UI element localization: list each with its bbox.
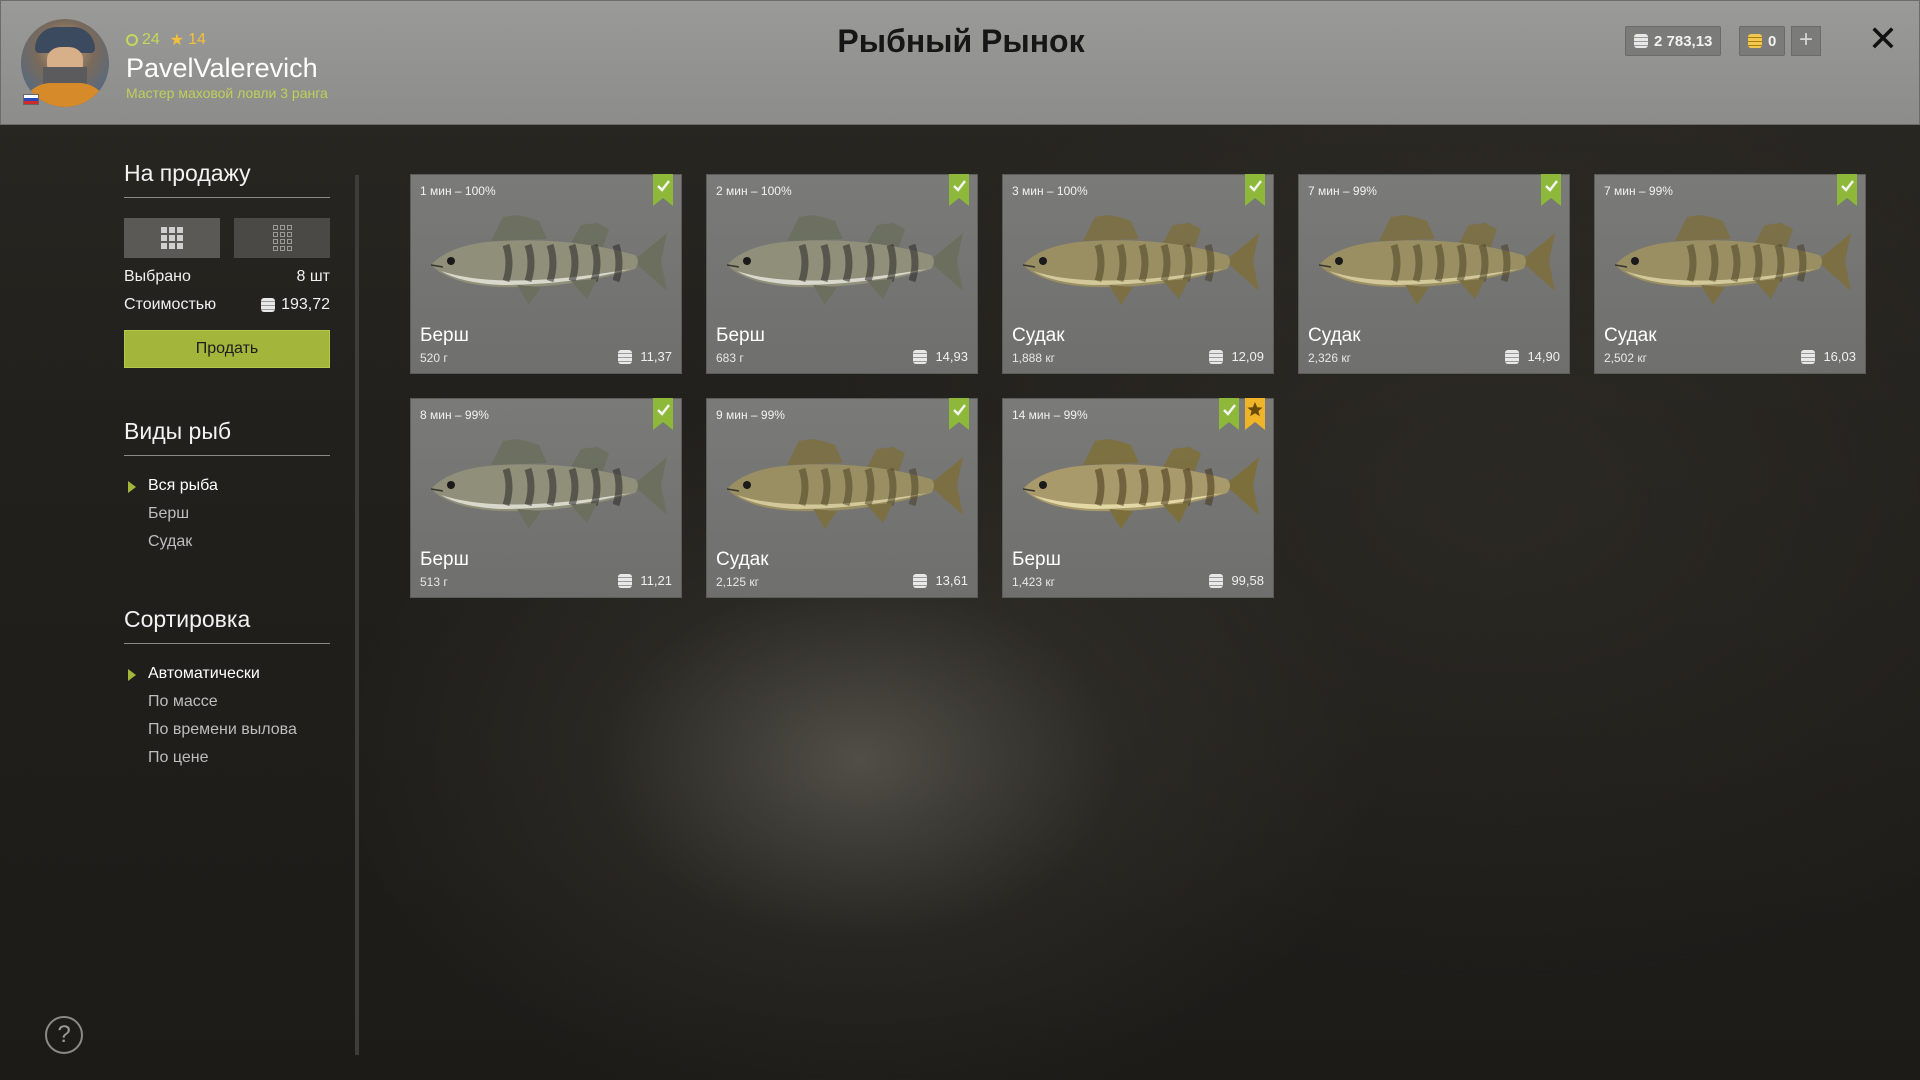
- fish-name: Судак: [1012, 325, 1065, 346]
- for-sale-title: На продажу: [124, 160, 330, 198]
- bersh-fish-image: [717, 211, 969, 311]
- fish-weight: 2,502 кг: [1604, 351, 1647, 365]
- fish-price: 11,37: [618, 349, 672, 364]
- fish-name: Берш: [420, 325, 469, 346]
- sudak-fish-image: [1309, 211, 1561, 311]
- add-currency-button[interactable]: +: [1791, 26, 1821, 56]
- selected-check-icon[interactable]: [949, 398, 969, 430]
- sidebar-divider: [355, 175, 359, 1055]
- grid-small-icon: [272, 225, 292, 251]
- silver-coins-icon: [1634, 34, 1648, 48]
- species-filter-item-1[interactable]: Берш: [124, 500, 330, 528]
- fish-price: 11,21: [618, 573, 672, 588]
- fish-weight: 513 г: [420, 575, 448, 589]
- fish-name: Берш: [716, 325, 765, 346]
- selected-check-icon[interactable]: [949, 174, 969, 206]
- fish-price: 16,03: [1801, 349, 1856, 364]
- top-bar: 24 ★ 14 PavelValerevich Мастер маховой ло…: [0, 0, 1920, 125]
- catch-time: 2 мин – 100%: [716, 184, 792, 198]
- small-grid-view-button[interactable]: [234, 218, 330, 258]
- fish-card[interactable]: 9 мин – 99% Судак 2,125 кг 13,61: [706, 398, 978, 598]
- sort-option-item-1[interactable]: По массе: [124, 688, 330, 716]
- silver-coins-icon: [1209, 349, 1224, 364]
- fish-weight: 683 г: [716, 351, 744, 365]
- russia-flag-icon: [23, 94, 39, 105]
- silver-coins-icon: [1209, 573, 1224, 588]
- fish-name: Судак: [1604, 325, 1657, 346]
- trophy-star-icon: [1245, 398, 1265, 430]
- sort-options-list: Автоматически По массе По времени вылова По…: [124, 660, 330, 772]
- sudak-fish-image: [1605, 211, 1857, 311]
- gold-coins-icon: [1748, 34, 1762, 48]
- fish-card[interactable]: 7 мин – 99% Судак 2,326 кг 14,90: [1298, 174, 1570, 374]
- species-filter-item-2[interactable]: Судак: [124, 528, 330, 556]
- player-rank: Мастер маховой ловли 3 ранга: [126, 85, 328, 101]
- total-cost-row: Стоимостью 193,72: [124, 296, 330, 313]
- fish-weight: 2,125 кг: [716, 575, 759, 589]
- catch-time: 14 мин – 99%: [1012, 408, 1088, 422]
- sort-option-item-3[interactable]: По цене: [124, 744, 330, 772]
- close-button[interactable]: ✕: [1865, 21, 1901, 57]
- silver-coins-icon: [913, 573, 928, 588]
- species-filter-list: Вся рыба Берш Судак: [124, 472, 330, 556]
- sudak-fish-image: [1013, 211, 1265, 311]
- fish-price: 12,09: [1209, 349, 1264, 364]
- selected-count-row: Выбрано 8 шт: [124, 268, 330, 285]
- fish-weight: 520 г: [420, 351, 448, 365]
- fish-price: 14,93: [913, 349, 968, 364]
- fish-price: 99,58: [1209, 573, 1264, 588]
- fish-name: Берш: [1012, 549, 1061, 570]
- catch-time: 7 мин – 99%: [1308, 184, 1377, 198]
- sell-button[interactable]: Продать: [124, 330, 330, 368]
- grid-large-icon: [161, 227, 183, 249]
- sort-title: Сортировка: [124, 606, 330, 644]
- fish-card[interactable]: 7 мин – 99% Судак 2,502 кг 16,03: [1594, 174, 1866, 374]
- fish-name: Берш: [420, 549, 469, 570]
- large-grid-view-button[interactable]: [124, 218, 220, 258]
- bersh-fish-image: [421, 211, 673, 311]
- fish-weight: 1,423 кг: [1012, 575, 1055, 589]
- selected-check-icon[interactable]: [1541, 174, 1561, 206]
- silver-coins-icon: [1505, 349, 1520, 364]
- catch-time: 1 мин – 100%: [420, 184, 496, 198]
- sidebar: На продажу Выбрано 8 шт Стоимостью 193,7…: [124, 160, 330, 772]
- selected-check-icon[interactable]: [1837, 174, 1857, 206]
- fish-card[interactable]: 8 мин – 99% Берш 513 г 11,21: [410, 398, 682, 598]
- silver-balance: 2 783,13: [1625, 26, 1722, 56]
- fish-name: Судак: [716, 549, 769, 570]
- species-filter-item-0[interactable]: Вся рыба: [124, 472, 330, 500]
- fish-card[interactable]: 14 мин – 99% Берш 1,423 кг 99,58: [1002, 398, 1274, 598]
- fish-weight: 2,326 кг: [1308, 351, 1351, 365]
- fish-card[interactable]: 2 мин – 100% Берш 683 г 14,93: [706, 174, 978, 374]
- silver-coins-icon: [1801, 349, 1816, 364]
- sort-option-item-0[interactable]: Автоматически: [124, 660, 330, 688]
- selected-check-icon[interactable]: [1219, 398, 1239, 430]
- fish-price: 14,90: [1505, 349, 1560, 364]
- catch-time: 7 мин – 99%: [1604, 184, 1673, 198]
- fish-weight: 1,888 кг: [1012, 351, 1055, 365]
- fish-name: Судак: [1308, 325, 1361, 346]
- view-toggle: [124, 218, 330, 258]
- fish-card[interactable]: 1 мин – 100% Берш 520 г 11,37: [410, 174, 682, 374]
- sort-option-item-2[interactable]: По времени вылова: [124, 716, 330, 744]
- bersh-fish-image: [1013, 435, 1265, 535]
- catch-time: 3 мин – 100%: [1012, 184, 1088, 198]
- silver-coins-icon: [618, 573, 633, 588]
- fish-price: 13,61: [913, 573, 968, 588]
- catch-time: 8 мин – 99%: [420, 408, 489, 422]
- species-title: Виды рыб: [124, 418, 330, 456]
- catch-time: 9 мин – 99%: [716, 408, 785, 422]
- silver-coins-icon: [618, 349, 633, 364]
- selected-check-icon[interactable]: [653, 398, 673, 430]
- bersh-fish-image: [421, 435, 673, 535]
- help-button[interactable]: ?: [45, 1016, 83, 1054]
- selected-check-icon[interactable]: [1245, 174, 1265, 206]
- silver-coins-icon: [261, 298, 276, 312]
- selected-check-icon[interactable]: [653, 174, 673, 206]
- silver-coins-icon: [913, 349, 928, 364]
- sudak-fish-image: [717, 435, 969, 535]
- gold-balance: 0: [1739, 26, 1786, 56]
- fish-card[interactable]: 3 мин – 100% Судак 1,888 кг 12,09: [1002, 174, 1274, 374]
